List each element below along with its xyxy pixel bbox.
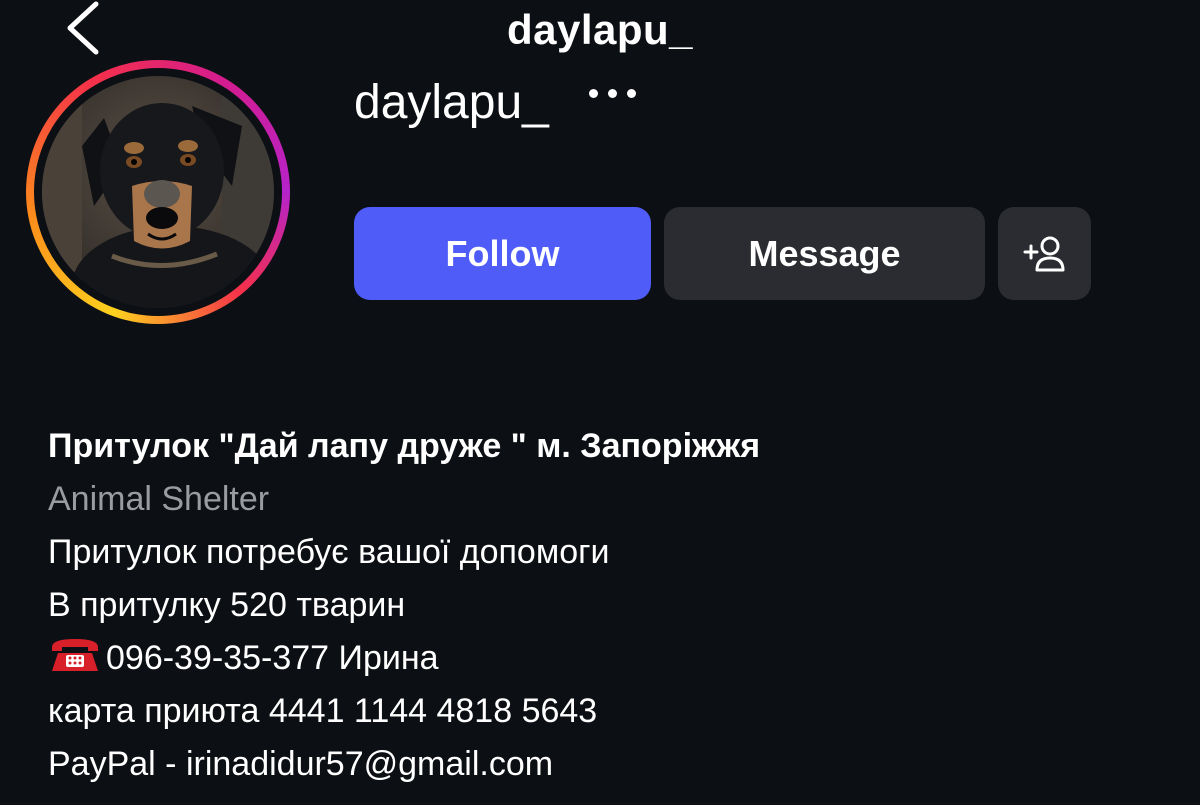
more-horizontal-icon [588,88,598,98]
phone-number[interactable]: 096-39-35-377 Ирина [106,639,439,677]
bio-full-name: Притулок "Дай лапу друже " м. Запоріжжя [48,427,761,465]
bio-phone: 096-39-35-377 Ирина [48,632,1168,685]
add-person-icon [1023,236,1064,271]
bio-card: карта приюта 4441 1144 4818 5643 [48,692,598,730]
telephone-icon [48,635,102,691]
username-row: daylapu_ [354,70,636,134]
bio-line: Притулок потребує вашої допомоги [48,533,610,571]
page-title: daylapu_ [506,6,694,53]
more-options-button[interactable] [588,88,636,98]
bio-paypal: PayPal - irinadidur57@gmail.com [48,745,554,783]
message-button[interactable]: Message [664,207,985,300]
avatar-photo [42,76,274,308]
bio-line: В притулку 520 тварин [48,586,406,624]
avatar[interactable] [26,60,290,324]
avatar-ring-gap [34,68,282,316]
follow-button[interactable]: Follow [354,207,651,300]
bio-category: Animal Shelter [48,480,270,518]
add-friend-button[interactable] [998,207,1091,300]
profile-username: daylapu_ [354,75,549,129]
profile-bio: Притулок "Дай лапу друже " м. Запоріжжя … [48,420,1168,791]
